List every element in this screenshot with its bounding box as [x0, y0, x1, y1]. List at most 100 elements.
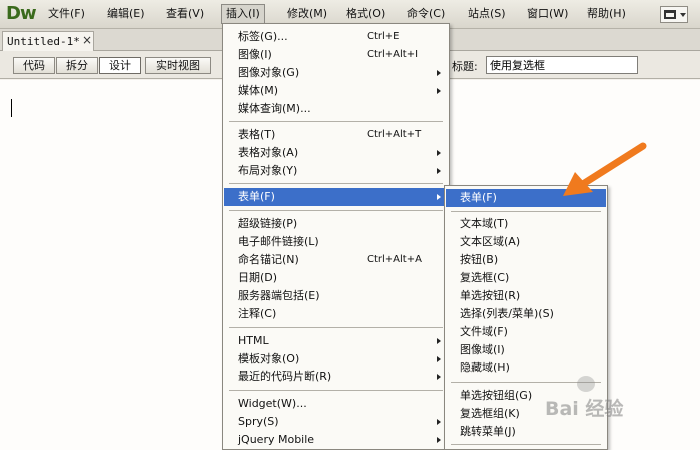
- text-caret: [11, 99, 12, 117]
- menu-view[interactable]: 查看(V): [162, 4, 208, 24]
- title-input[interactable]: [486, 56, 638, 74]
- submenu-item-hidden-field[interactable]: 隐藏域(H): [446, 359, 606, 377]
- submenu-item-select-list-menu[interactable]: 选择(列表/菜单)(S): [446, 305, 606, 323]
- chevron-down-icon: [680, 13, 686, 17]
- layout-switch-button[interactable]: [660, 6, 688, 23]
- submenu-item-checkbox[interactable]: 复选框(C): [446, 269, 606, 287]
- menu-item-label: 文本域(T): [460, 217, 509, 230]
- menu-item-widget[interactable]: Widget(W)...: [224, 395, 448, 413]
- menu-item-template-objects[interactable]: 模板对象(O): [224, 350, 448, 368]
- submenu-arrow-icon: [437, 194, 441, 200]
- app-logo: Dw: [6, 3, 37, 24]
- menu-item-form[interactable]: 表单(F): [224, 188, 448, 206]
- shortcut-label: Ctrl+Alt+A: [367, 254, 422, 265]
- menu-item-recent-snippets[interactable]: 最近的代码片断(R): [224, 368, 448, 386]
- menu-insert[interactable]: 插入(I): [221, 4, 265, 24]
- annotation-arrow-icon: [563, 142, 647, 196]
- menu-separator: [451, 444, 601, 445]
- submenu-item-radio-button[interactable]: 单选按钮(R): [446, 287, 606, 305]
- menu-item-label: 图像域(I): [460, 343, 505, 356]
- document-tab-label: Untitled-1*: [7, 35, 80, 48]
- submenu-arrow-icon: [437, 150, 441, 156]
- watermark: Bai 经验: [545, 376, 695, 426]
- menu-item-label: 文件域(F): [460, 325, 508, 338]
- menu-format[interactable]: 格式(O): [342, 4, 389, 24]
- submenu-arrow-icon: [437, 374, 441, 380]
- layout-icon: [664, 10, 676, 19]
- shortcut-label: Ctrl+E: [367, 31, 400, 42]
- split-view-button[interactable]: 拆分: [56, 57, 98, 74]
- menu-item-table[interactable]: 表格(T) Ctrl+Alt+T: [224, 126, 448, 144]
- menu-separator: [229, 183, 443, 184]
- design-view-button[interactable]: 设计: [99, 57, 141, 74]
- insert-menu: 标签(G)... Ctrl+E 图像(I) Ctrl+Alt+I 图像对象(G)…: [222, 23, 450, 450]
- submenu-arrow-icon: [437, 70, 441, 76]
- menu-item-label: HTML: [238, 334, 269, 347]
- menu-modify[interactable]: 修改(M): [283, 4, 331, 24]
- live-view-button[interactable]: 实时视图: [145, 57, 211, 74]
- menu-item-label: 图像(I): [238, 48, 272, 61]
- paw-icon: [577, 376, 595, 392]
- menu-item-label: 隐藏域(H): [460, 361, 510, 374]
- menu-item-named-anchor[interactable]: 命名锚记(N) Ctrl+Alt+A: [224, 251, 448, 269]
- menu-separator: [451, 211, 601, 212]
- menu-separator: [229, 210, 443, 211]
- submenu-item-text-area[interactable]: 文本区域(A): [446, 233, 606, 251]
- close-icon[interactable]: ×: [82, 33, 92, 47]
- menu-file[interactable]: 文件(F): [44, 4, 89, 24]
- menu-item-label: 表单(F): [238, 190, 275, 203]
- menu-item-table-objects[interactable]: 表格对象(A): [224, 144, 448, 162]
- submenu-arrow-icon: [437, 356, 441, 362]
- menu-item-label: 单选按钮组(G): [460, 389, 533, 402]
- watermark-text: Bai 经验: [545, 398, 624, 420]
- submenu-item-button[interactable]: 按钮(B): [446, 251, 606, 269]
- menu-item-jquery-mobile[interactable]: jQuery Mobile: [224, 431, 448, 449]
- menu-item-label: 选择(列表/菜单)(S): [460, 307, 554, 320]
- shortcut-label: Ctrl+Alt+T: [367, 129, 422, 140]
- menu-item-label: 命名锚记(N): [238, 253, 299, 266]
- menu-commands[interactable]: 命令(C): [403, 4, 449, 24]
- title-label: 标题:: [452, 60, 478, 73]
- submenu-item-image-field[interactable]: 图像域(I): [446, 341, 606, 359]
- menu-item-label: 媒体查询(M)...: [238, 102, 311, 115]
- menu-item-image-objects[interactable]: 图像对象(G): [224, 64, 448, 82]
- menu-item-hyperlink[interactable]: 超级链接(P): [224, 215, 448, 233]
- menu-item-html[interactable]: HTML: [224, 332, 448, 350]
- menu-item-label: 布局对象(Y): [238, 164, 298, 177]
- menu-separator: [229, 390, 443, 391]
- menu-item-media[interactable]: 媒体(M): [224, 82, 448, 100]
- menu-item-comment[interactable]: 注释(C): [224, 305, 448, 323]
- submenu-item-text-field[interactable]: 文本域(T): [446, 215, 606, 233]
- menu-item-label: 复选框组(K): [460, 407, 520, 420]
- code-view-button[interactable]: 代码: [13, 57, 55, 74]
- menu-item-label: 最近的代码片断(R): [238, 370, 332, 383]
- menu-item-label: 表格(T): [238, 128, 276, 141]
- menu-help[interactable]: 帮助(H): [583, 4, 630, 24]
- menu-item-date[interactable]: 日期(D): [224, 269, 448, 287]
- menu-item-media-query[interactable]: 媒体查询(M)...: [224, 100, 448, 118]
- menu-item-label: 模板对象(O): [238, 352, 300, 365]
- menu-item-label: 表单(F): [460, 191, 497, 204]
- menu-window[interactable]: 窗口(W): [523, 4, 572, 24]
- submenu-item-file-field[interactable]: 文件域(F): [446, 323, 606, 341]
- menu-site[interactable]: 站点(S): [464, 4, 510, 24]
- menu-item-image[interactable]: 图像(I) Ctrl+Alt+I: [224, 46, 448, 64]
- menu-item-layout-objects[interactable]: 布局对象(Y): [224, 162, 448, 180]
- menu-item-label: 电子邮件链接(L): [238, 235, 319, 248]
- menu-item-label: 注释(C): [238, 307, 277, 320]
- menu-item-tag[interactable]: 标签(G)... Ctrl+E: [224, 28, 448, 46]
- menu-item-label: 日期(D): [238, 271, 278, 284]
- submenu-arrow-icon: [437, 338, 441, 344]
- menu-edit[interactable]: 编辑(E): [103, 4, 149, 24]
- submenu-arrow-icon: [437, 88, 441, 94]
- menu-item-server-side-include[interactable]: 服务器端包括(E): [224, 287, 448, 305]
- menu-item-label: 服务器端包括(E): [238, 289, 320, 302]
- menu-item-label: 按钮(B): [460, 253, 499, 266]
- menu-item-spry[interactable]: Spry(S): [224, 413, 448, 431]
- menu-item-label: 标签(G)...: [238, 30, 288, 43]
- submenu-arrow-icon: [437, 419, 441, 425]
- menu-item-email-link[interactable]: 电子邮件链接(L): [224, 233, 448, 251]
- shortcut-label: Ctrl+Alt+I: [367, 49, 419, 60]
- submenu-arrow-icon: [437, 168, 441, 174]
- document-tab[interactable]: Untitled-1* ×: [2, 31, 94, 51]
